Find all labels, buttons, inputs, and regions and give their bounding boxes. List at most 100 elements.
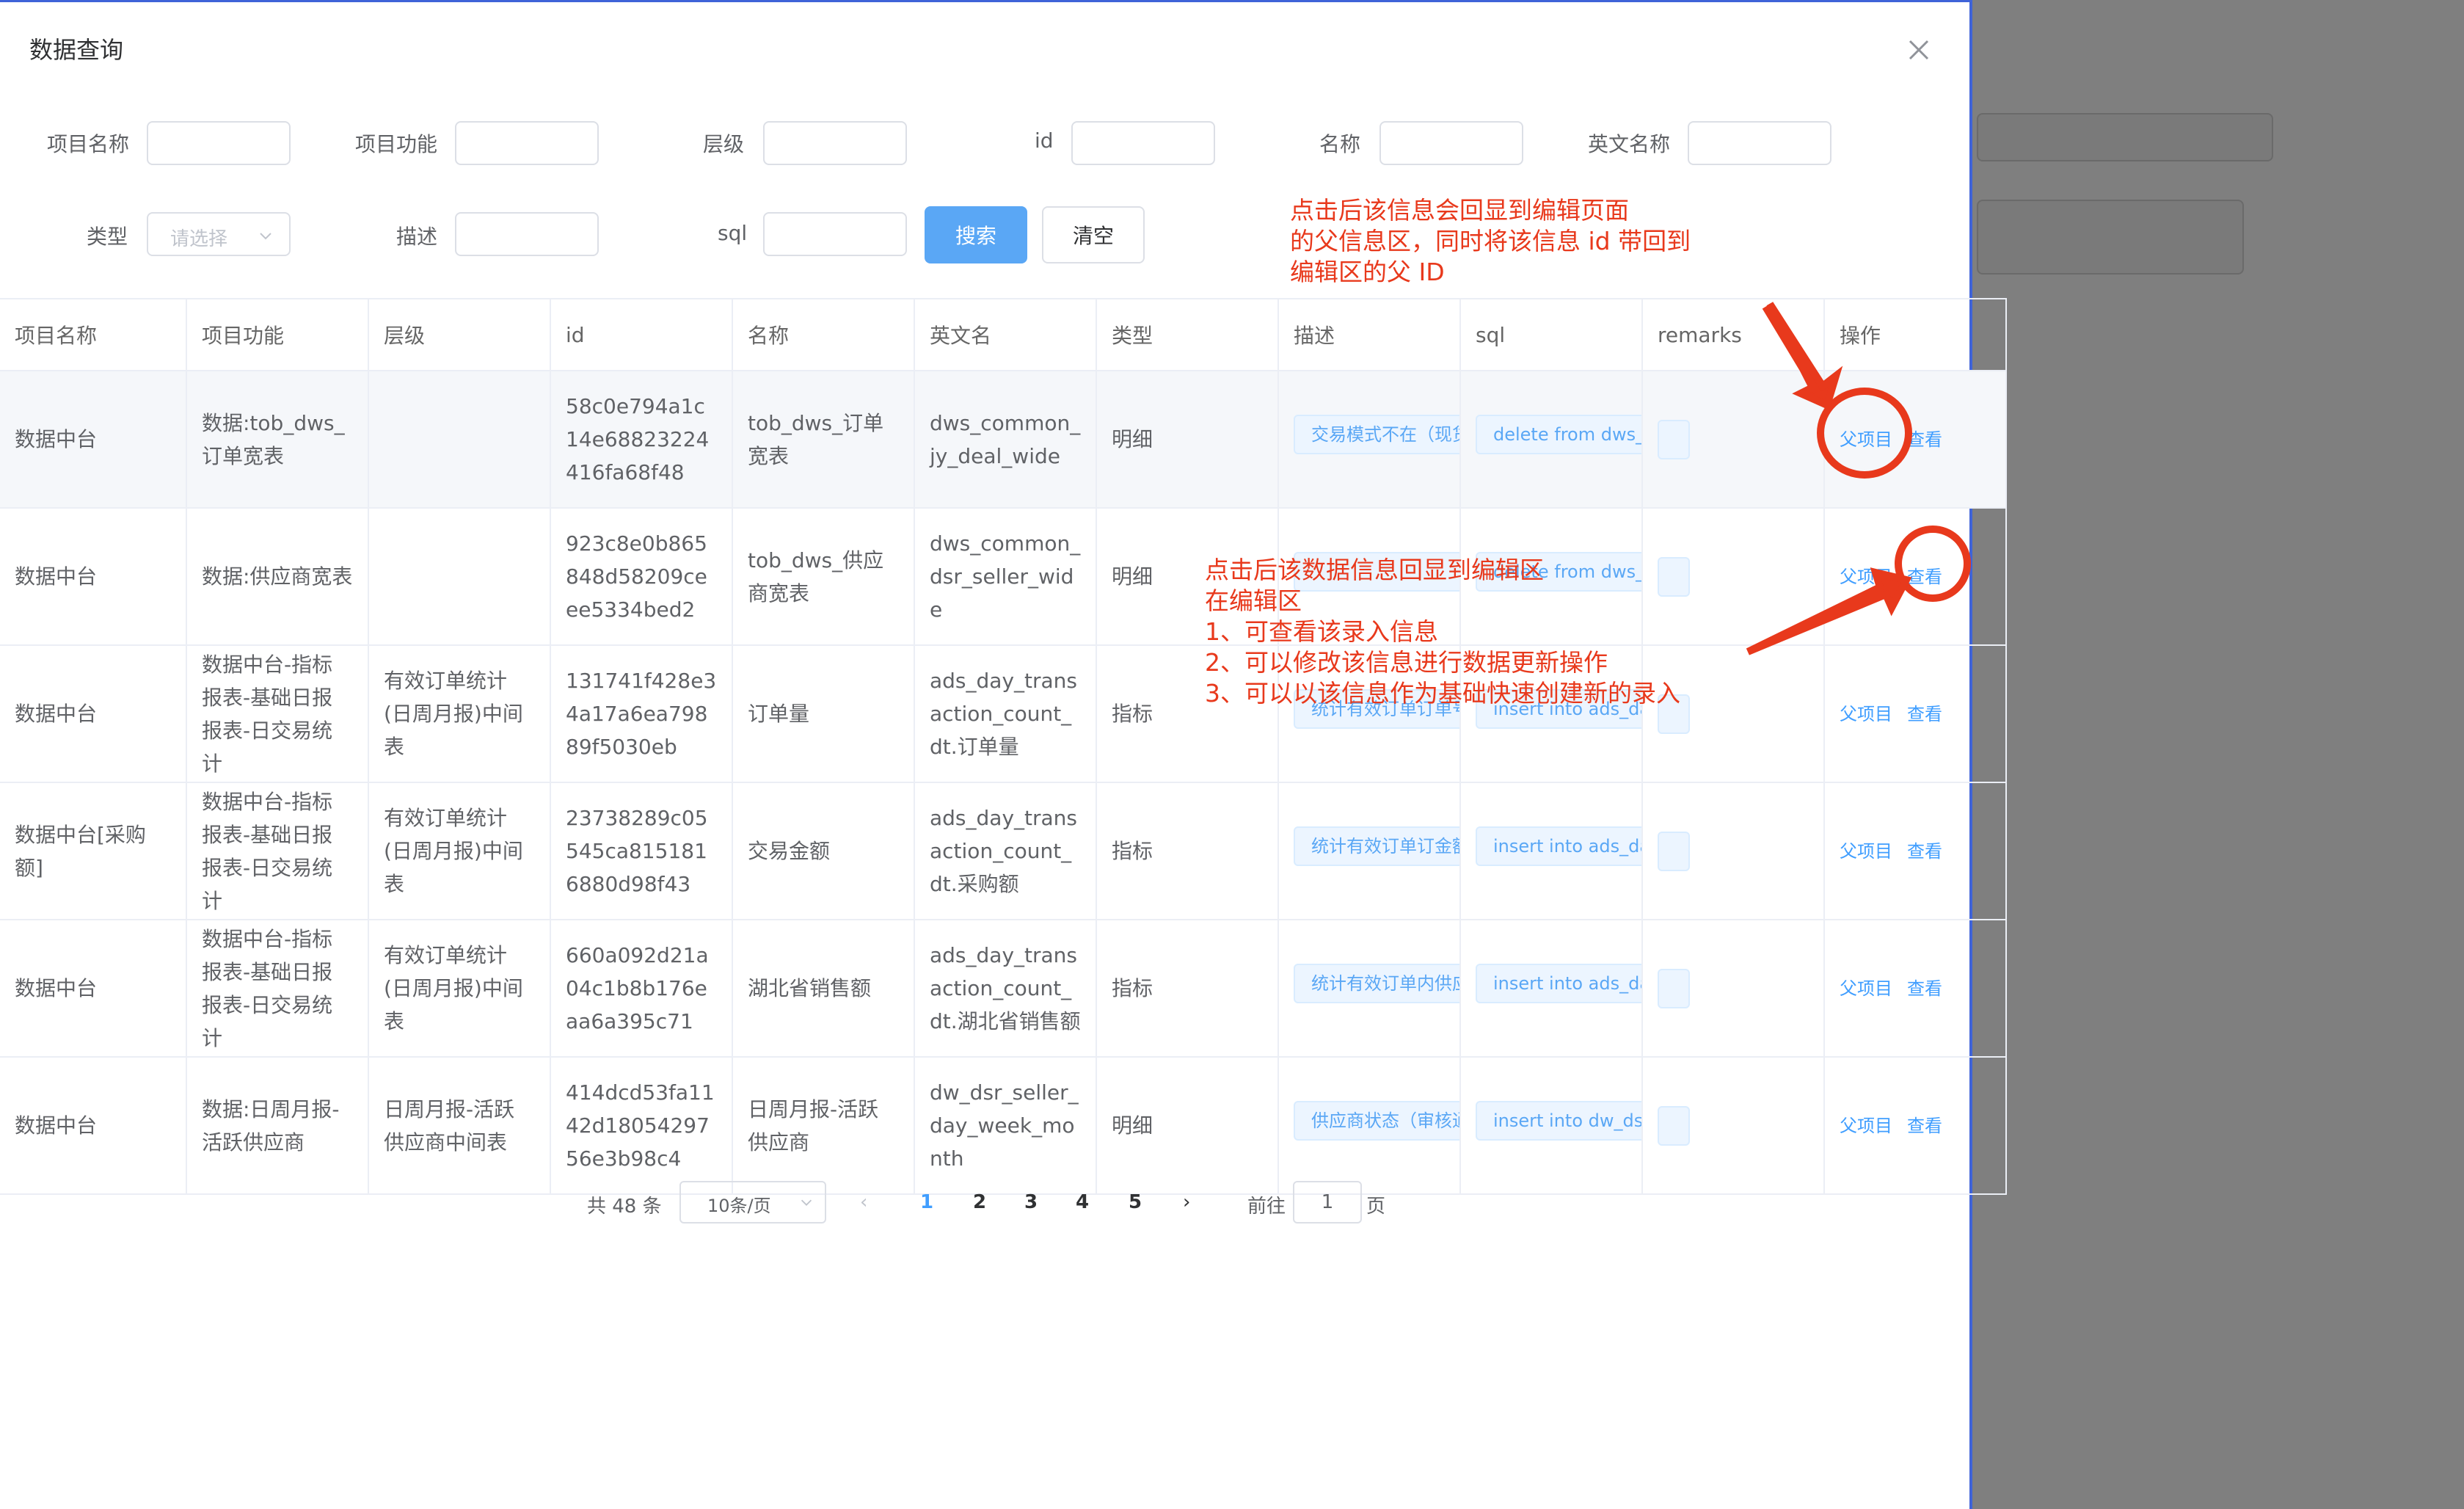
col-header: sql [1460, 298, 1643, 371]
cell-actions: 父项目 查看 [1824, 645, 2007, 783]
cell-level: 有效订单统计(日周月报)中间表 [368, 645, 551, 783]
goto-unit: 页 [1366, 1196, 1386, 1218]
cell-en-name: ads_day_transaction_count_dt.采购额 [914, 782, 1097, 920]
col-header: 项目功能 [186, 298, 369, 371]
dialog-title: 数据查询 [29, 36, 124, 64]
remarks-tag[interactable] [1658, 968, 1690, 1008]
col-header: 英文名 [914, 298, 1097, 371]
remarks-tag[interactable] [1658, 419, 1690, 459]
view-link[interactable]: 查看 [1907, 429, 1942, 450]
cell-sql: insert into ads_day [1460, 782, 1643, 920]
cell-function: 数据:日周月报-活跃供应商 [186, 1057, 369, 1195]
desc-tag[interactable]: 统计有效订单订金额 [1294, 826, 1459, 866]
highlight-circle-view [1895, 526, 1971, 602]
en-name-input[interactable] [1688, 121, 1831, 165]
clear-button[interactable]: 清空 [1042, 206, 1145, 263]
goto-page-input[interactable]: 1 [1293, 1181, 1362, 1223]
cell-project: 数据中台 [0, 1057, 187, 1195]
sql-tag[interactable]: insert into dw_dsr_ [1476, 1101, 1641, 1141]
cell-sql: insert into ads_day [1460, 920, 1643, 1058]
chevron-down-icon [801, 1199, 812, 1206]
prev-page-icon[interactable]: ‹ [860, 1191, 867, 1213]
project-name-input[interactable] [147, 121, 291, 165]
cell-type: 明细 [1096, 371, 1279, 509]
cell-sql: delete from dws_co [1460, 371, 1643, 509]
cell-en-name: dws_common_dsr_seller_wide [914, 508, 1097, 646]
cell-actions: 父项目 查看 [1824, 782, 2007, 920]
view-link[interactable]: 查看 [1907, 704, 1942, 724]
cell-project: 数据中台 [0, 645, 187, 783]
page-number[interactable]: 3 [1024, 1191, 1038, 1213]
remarks-tag[interactable] [1658, 831, 1690, 871]
next-page-icon[interactable]: › [1183, 1191, 1190, 1213]
type-select[interactable]: 请选择 [147, 212, 291, 256]
sql-tag[interactable]: insert into ads_day [1476, 826, 1641, 866]
col-header: 层级 [368, 298, 551, 371]
sql-label: sql [718, 221, 748, 245]
col-header: remarks [1642, 298, 1825, 371]
sql-tag[interactable]: insert into ads_day [1476, 964, 1641, 1003]
col-header: 名称 [732, 298, 915, 371]
cell-function: 数据中台-指标报表-基础日报报表-日交易统计 [186, 782, 369, 920]
table-row: 数据中台 数据:日周月报-活跃供应商 日周月报-活跃供应商中间表 414dcd53fa… [0, 1057, 2007, 1195]
desc-label: 描述 [396, 225, 438, 249]
cell-function: 数据中台-指标报表-基础日报报表-日交易统计 [186, 920, 369, 1058]
id-input[interactable] [1071, 121, 1215, 165]
id-label: id [1035, 128, 1054, 153]
parent-project-link[interactable]: 父项目 [1840, 978, 1892, 999]
parent-project-link[interactable]: 父项目 [1840, 841, 1892, 862]
parent-project-link[interactable]: 父项目 [1840, 567, 1892, 587]
desc-input[interactable] [455, 212, 599, 256]
search-button[interactable]: 搜索 [925, 206, 1027, 263]
project-func-label: 项目功能 [355, 132, 438, 156]
desc-tag[interactable]: 供应商状态（审核通 [1294, 1101, 1459, 1141]
view-link[interactable]: 查看 [1907, 841, 1942, 862]
table-row: 数据中台 数据中台-指标报表-基础日报报表-日交易统计 有效订单统计(日周月报)中间… [0, 645, 2007, 783]
cell-actions: 父项目 查看 [1824, 920, 2007, 1058]
background-input [1977, 113, 2273, 161]
parent-project-link[interactable]: 父项目 [1840, 704, 1892, 724]
cell-desc: 统计有效订单订金额 [1278, 782, 1461, 920]
cell-en-name: dws_common_jy_deal_wide [914, 371, 1097, 509]
cell-en-name: ads_day_transaction_count_dt.订单量 [914, 645, 1097, 783]
page-size-select[interactable]: 10条/页 [679, 1181, 826, 1223]
cell-name: tob_dws_供应商宽表 [732, 508, 915, 646]
cell-name: 交易金额 [732, 782, 915, 920]
cell-remarks [1642, 1057, 1825, 1195]
cell-remarks [1642, 920, 1825, 1058]
close-icon[interactable] [1900, 32, 1937, 68]
cell-id: 23738289c05545ca8151816880d98f43 [550, 782, 733, 920]
cell-name: 湖北省销售额 [732, 920, 915, 1058]
project-name-label: 项目名称 [47, 132, 130, 156]
remarks-tag[interactable] [1658, 1105, 1690, 1146]
sql-tag[interactable]: delete from dws_co [1476, 415, 1641, 454]
annotation-parent-callout: 点击后该信息会回显到编辑页面 的父信息区，同时将该信息 id 带回到 编辑区的父… [1290, 196, 1691, 286]
desc-tag[interactable]: 统计有效订单内供应 [1294, 964, 1459, 1003]
page-number[interactable]: 2 [973, 1191, 986, 1213]
en-name-label: 英文名称 [1588, 132, 1671, 156]
desc-tag[interactable]: 交易模式不在（现货 [1294, 415, 1459, 454]
page-number[interactable]: 4 [1076, 1191, 1089, 1213]
table-row: 数据中台 数据中台-指标报表-基础日报报表-日交易统计 有效订单统计(日周月报)中间… [0, 920, 2007, 1058]
page-number[interactable]: 5 [1129, 1191, 1142, 1213]
sql-input[interactable] [763, 212, 907, 256]
cell-id: 414dcd53fa1142d1805429756e3b98c4 [550, 1057, 733, 1195]
cell-id: 923c8e0b865848d58209ceee5334bed2 [550, 508, 733, 646]
name-input[interactable] [1379, 121, 1523, 165]
cell-id: 58c0e794a1c14e68823224416fa68f48 [550, 371, 733, 509]
level-input[interactable] [763, 121, 907, 165]
cell-type: 指标 [1096, 782, 1279, 920]
table-row: 数据中台[采购额] 数据中台-指标报表-基础日报报表-日交易统计 有效订单统计(日周… [0, 782, 2007, 920]
view-link[interactable]: 查看 [1907, 978, 1942, 999]
cell-project: 数据中台[采购额] [0, 782, 187, 920]
cell-name: tob_dws_订单宽表 [732, 371, 915, 509]
page-number[interactable]: 1 [920, 1191, 933, 1213]
project-func-input[interactable] [455, 121, 599, 165]
cell-sql: insert into dw_dsr_ [1460, 1057, 1643, 1195]
col-header: 项目名称 [0, 298, 187, 371]
view-link[interactable]: 查看 [1907, 1116, 1942, 1136]
cell-en-name: ads_day_transaction_count_dt.湖北省销售额 [914, 920, 1097, 1058]
parent-project-link[interactable]: 父项目 [1840, 1116, 1892, 1136]
cell-level [368, 371, 551, 509]
cell-desc: 供应商状态（审核通 [1278, 1057, 1461, 1195]
